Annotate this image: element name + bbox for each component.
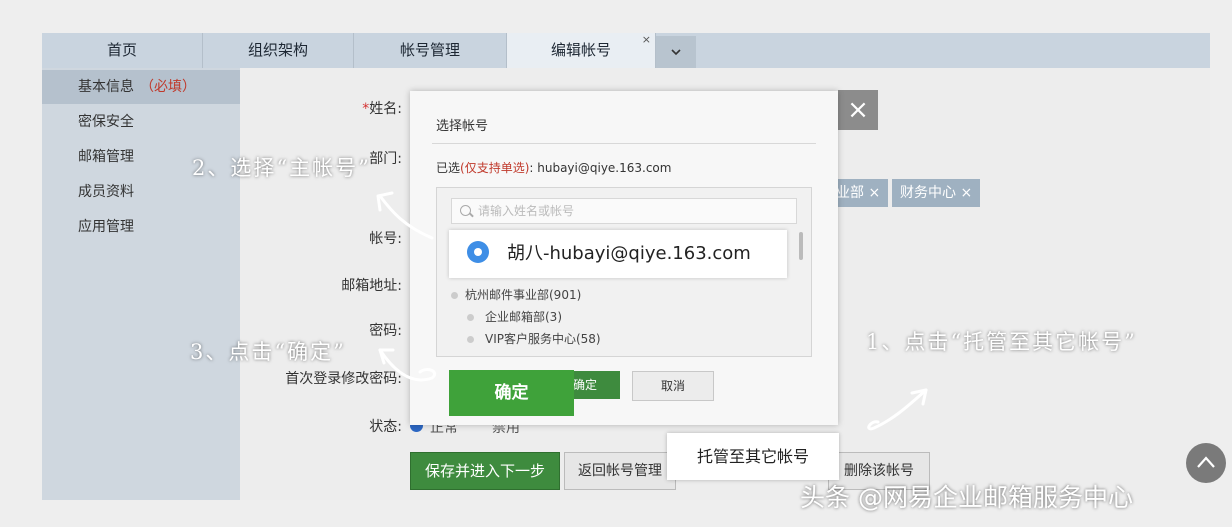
account-label: 帐号: (369, 231, 402, 247)
tab-dropdown[interactable] (656, 36, 696, 68)
delegate-account-button[interactable]: 托管至其它帐号 (667, 433, 839, 480)
sidebar: 基本信息 （必填） 密保安全 邮箱管理 成员资料 应用管理 (42, 68, 240, 500)
step3-annotation: 3、点击“确定” (190, 340, 346, 364)
tree-node-vip-service[interactable]: VIP客户服务中心(58) (485, 330, 601, 347)
account-search-input[interactable]: 请输入姓名或帐号 (451, 198, 797, 224)
dialog-divider (432, 143, 816, 144)
tab-edit-account[interactable]: 编辑帐号 × (507, 33, 656, 68)
scroll-to-top-button[interactable] (1186, 443, 1226, 483)
search-icon (460, 205, 471, 216)
first-login-change-password-label: 首次登录修改密码: (285, 371, 402, 387)
save-and-next-button[interactable]: 保存并进入下一步 (410, 452, 560, 490)
radio-selected-icon (467, 241, 489, 263)
tab-close-icon[interactable]: × (642, 33, 651, 47)
tab-account-management[interactable]: 帐号管理 (354, 33, 507, 68)
watermark: 头条 @网易企业邮箱服务中心 (800, 483, 1133, 512)
tree-node-hangzhou[interactable]: 杭州邮件事业部(901) (465, 286, 581, 303)
sidebar-item-security[interactable]: 密保安全 (42, 105, 240, 139)
dept-tag-finance[interactable]: 财务中心 × (892, 179, 981, 207)
dialog-title: 选择帐号 (436, 119, 489, 134)
dialog-cancel-button[interactable]: 取消 (632, 371, 714, 401)
step1-annotation: 1、点击“托管至其它帐号” (866, 330, 1137, 354)
tree-node-enterprise-mail[interactable]: 企业邮箱部(3) (485, 308, 562, 325)
close-icon[interactable]: × (838, 90, 878, 130)
return-account-management-button[interactable]: 返回帐号管理 (564, 452, 676, 490)
sidebar-item-apps[interactable]: 应用管理 (42, 210, 240, 244)
sidebar-item-basic-info[interactable]: 基本信息 （必填） (42, 70, 240, 104)
tree-node-icon (451, 292, 458, 299)
tree-node-icon (467, 314, 474, 321)
chevron-down-icon (671, 49, 681, 56)
tree-scrollbar[interactable] (799, 232, 803, 260)
tab-organization[interactable]: 组织架构 (203, 33, 354, 68)
top-nav-tabs: 首页 组织架构 帐号管理 编辑帐号 × (42, 33, 1210, 68)
status-label: 状态: (369, 419, 402, 435)
tree-node-icon (467, 336, 474, 343)
step2-annotation: 2、选择“主帐号” (192, 156, 371, 180)
account-option-label: 胡八-hubayi@qiye.163.com (507, 243, 751, 264)
chevron-up-icon (1197, 456, 1215, 468)
confirm-button-highlight[interactable]: 确定 (449, 370, 574, 416)
tab-home[interactable]: 首页 (42, 33, 203, 68)
name-label: *姓名: (362, 101, 402, 117)
account-option-highlight[interactable]: 胡八-hubayi@qiye.163.com (449, 230, 787, 278)
selected-account-line: 已选(仅支持单选): hubayi@qiye.163.com (436, 161, 672, 175)
mailbox-address-label: 邮箱地址: (341, 278, 402, 294)
required-note: （必填） (140, 79, 196, 95)
